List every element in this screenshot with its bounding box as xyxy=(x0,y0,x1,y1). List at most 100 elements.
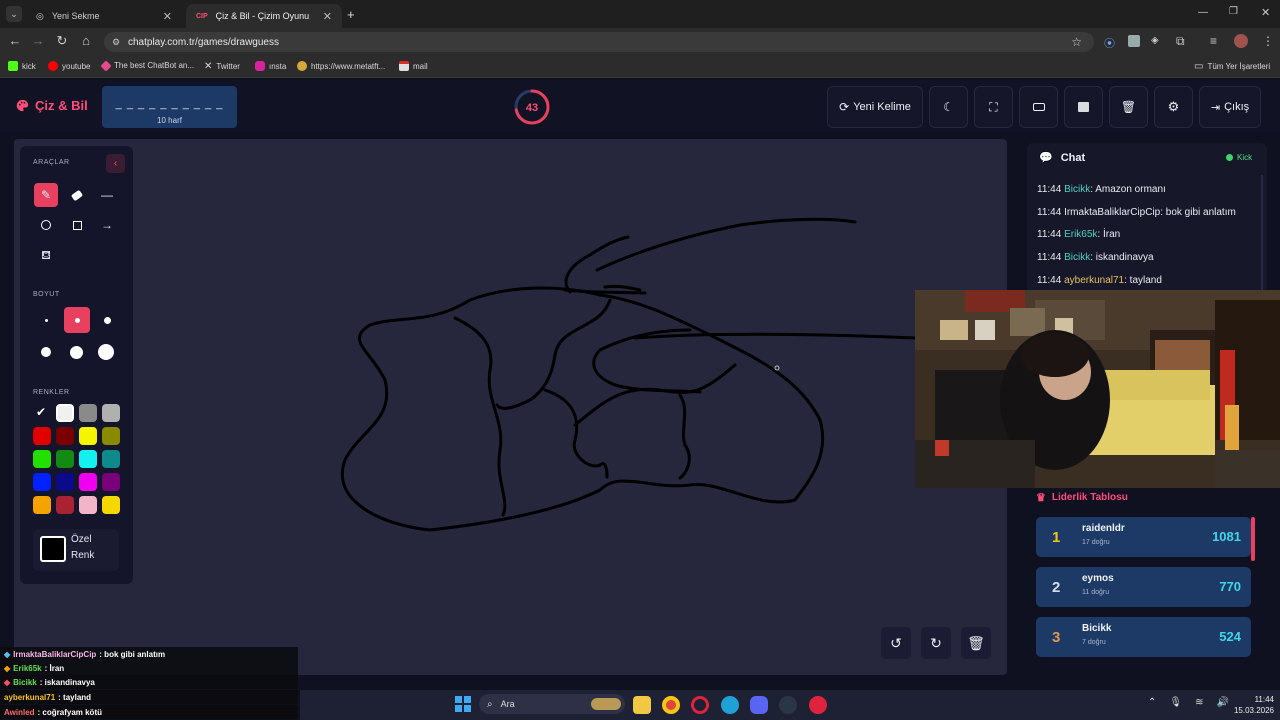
overlay-chat-line: ◆ Erik65k: İran xyxy=(0,661,298,675)
chat-message: 11:44 Bicikk: Amazon ormanı xyxy=(1037,184,1166,195)
taskbar-search[interactable]: ⌕ Ara xyxy=(479,694,625,714)
custom-color-preview xyxy=(40,536,66,562)
search-icon: ⌕ xyxy=(487,698,493,710)
color-swatch[interactable] xyxy=(56,473,74,491)
chrome-icon[interactable] xyxy=(662,696,680,714)
color-swatch[interactable] xyxy=(56,450,74,468)
arrow-tool[interactable]: → xyxy=(95,213,119,237)
pen-icon: ✎ xyxy=(40,188,52,202)
color-swatch[interactable] xyxy=(102,496,120,514)
line-icon: — xyxy=(101,188,113,202)
player-name: Bicikk xyxy=(1082,623,1112,634)
overlay-chat-line: ayberkunal71: tayland xyxy=(0,690,298,704)
color-swatch[interactable] xyxy=(79,427,97,445)
custom-color-label-2: Renk xyxy=(71,550,95,561)
clock[interactable]: 11:44 15.03.2026 xyxy=(1226,694,1274,716)
overlay-chat-line: ◆ Bicikk: iskandinavya xyxy=(0,675,298,689)
streamer-webcam xyxy=(915,290,1280,488)
leaderboard-header: ♛ Liderlik Tablosu xyxy=(1036,491,1128,504)
color-swatch[interactable] xyxy=(56,496,74,514)
microphone-icon: 🎙 xyxy=(1169,697,1183,708)
system-tray[interactable]: ⌃ 🎙 ≋ 🔊 xyxy=(1148,697,1229,708)
custom-color-label-1: Özel xyxy=(71,534,92,545)
color-swatch[interactable] xyxy=(79,496,97,514)
tools-section-title: ARAÇLAR xyxy=(33,159,70,166)
color-swatch[interactable] xyxy=(33,450,51,468)
steam-icon[interactable] xyxy=(779,696,797,714)
leaderboard-scrollbar[interactable] xyxy=(1251,517,1255,561)
clock-time: 11:44 xyxy=(1254,695,1274,704)
redo-button[interactable]: ↻ xyxy=(921,627,951,659)
undo-button[interactable]: ↺ xyxy=(881,627,911,659)
rectangle-tool[interactable] xyxy=(65,213,89,237)
size-dot xyxy=(44,318,48,322)
size-option-1[interactable] xyxy=(34,308,58,332)
correct-count: 17 doğru xyxy=(1082,539,1110,546)
size-option-6[interactable] xyxy=(94,340,118,364)
circle-tool[interactable] xyxy=(34,213,58,237)
rank: 2 xyxy=(1052,579,1061,596)
collapse-panel-button[interactable]: ‹ xyxy=(106,154,125,173)
rank: 1 xyxy=(1052,529,1061,546)
pen-tool[interactable]: ✎ xyxy=(34,183,58,207)
size-option-2[interactable] xyxy=(64,307,90,333)
fill-tool[interactable]: ⛾ xyxy=(34,244,58,268)
trash-icon: 🗑 xyxy=(967,634,985,651)
size-section-title: BOYUT xyxy=(33,291,60,298)
color-swatch[interactable] xyxy=(102,450,120,468)
chat-message: 11:44 ayberkunal71: tayland xyxy=(1037,275,1162,286)
custom-color-button[interactable]: Özel Renk xyxy=(33,529,119,571)
overlay-chat-line: Awinled: coğrafyam kötü xyxy=(0,705,298,719)
correct-count: 7 doğru xyxy=(1082,639,1106,646)
color-swatch[interactable] xyxy=(56,404,74,422)
redo-icon: ↻ xyxy=(930,634,942,651)
size-option-4[interactable] xyxy=(34,340,58,364)
color-swatch[interactable] xyxy=(33,496,51,514)
cursor-indicator xyxy=(774,365,780,371)
chat-message: 11:44 Erik65k: İran xyxy=(1037,229,1121,240)
correct-count: 11 doğru xyxy=(1082,589,1110,596)
colors-section-title: RENKLER xyxy=(33,389,70,396)
chat-message: 11:44 IrmaktaBaliklarCipCip: bok gibi an… xyxy=(1037,207,1236,218)
chat-title: Chat xyxy=(1060,151,1086,164)
badge-icon: ◆ xyxy=(4,663,11,673)
leaderboard-row: 3 Bicikk 7 doğru 524 xyxy=(1036,617,1251,657)
color-swatch[interactable] xyxy=(79,450,97,468)
badge-icon: ◆ xyxy=(4,649,11,659)
line-tool[interactable]: — xyxy=(95,183,119,207)
color-swatch[interactable] xyxy=(56,427,74,445)
color-swatch[interactable] xyxy=(33,473,51,491)
square-icon xyxy=(72,220,82,230)
edge-icon[interactable] xyxy=(721,696,739,714)
size-dot xyxy=(69,345,83,359)
player-name: raidenldr xyxy=(1082,523,1125,534)
color-swatch[interactable] xyxy=(102,404,120,422)
color-swatch[interactable] xyxy=(79,404,97,422)
eraser-tool[interactable] xyxy=(65,183,89,207)
size-option-3[interactable] xyxy=(95,308,119,332)
eraser-icon xyxy=(70,189,84,201)
search-highlight-icon xyxy=(591,698,621,710)
color-swatch[interactable] xyxy=(102,473,120,491)
player-name: eymos xyxy=(1082,573,1114,584)
file-explorer-icon[interactable] xyxy=(633,696,651,714)
chat-source: Kick xyxy=(1237,153,1253,162)
tools-panel xyxy=(20,146,133,584)
chat-source-badge: Kick xyxy=(1226,153,1252,162)
chat-scrollbar[interactable] xyxy=(1261,175,1263,290)
size-dot xyxy=(41,347,51,357)
score: 770 xyxy=(1219,579,1241,594)
circle-icon xyxy=(41,220,51,230)
chat-bubbles-icon: 💬 xyxy=(1039,152,1053,164)
chat-panel xyxy=(1027,143,1267,293)
start-button[interactable] xyxy=(455,696,471,712)
media-player-icon[interactable] xyxy=(809,696,827,714)
size-option-5[interactable] xyxy=(64,340,88,364)
discord-icon[interactable] xyxy=(750,696,768,714)
color-swatch[interactable] xyxy=(33,427,51,445)
chat-header: 💬 Chat xyxy=(1039,151,1086,165)
color-swatch[interactable] xyxy=(102,427,120,445)
opera-icon[interactable] xyxy=(691,696,709,714)
color-swatch[interactable] xyxy=(79,473,97,491)
clear-canvas-button[interactable]: 🗑 xyxy=(961,627,991,659)
